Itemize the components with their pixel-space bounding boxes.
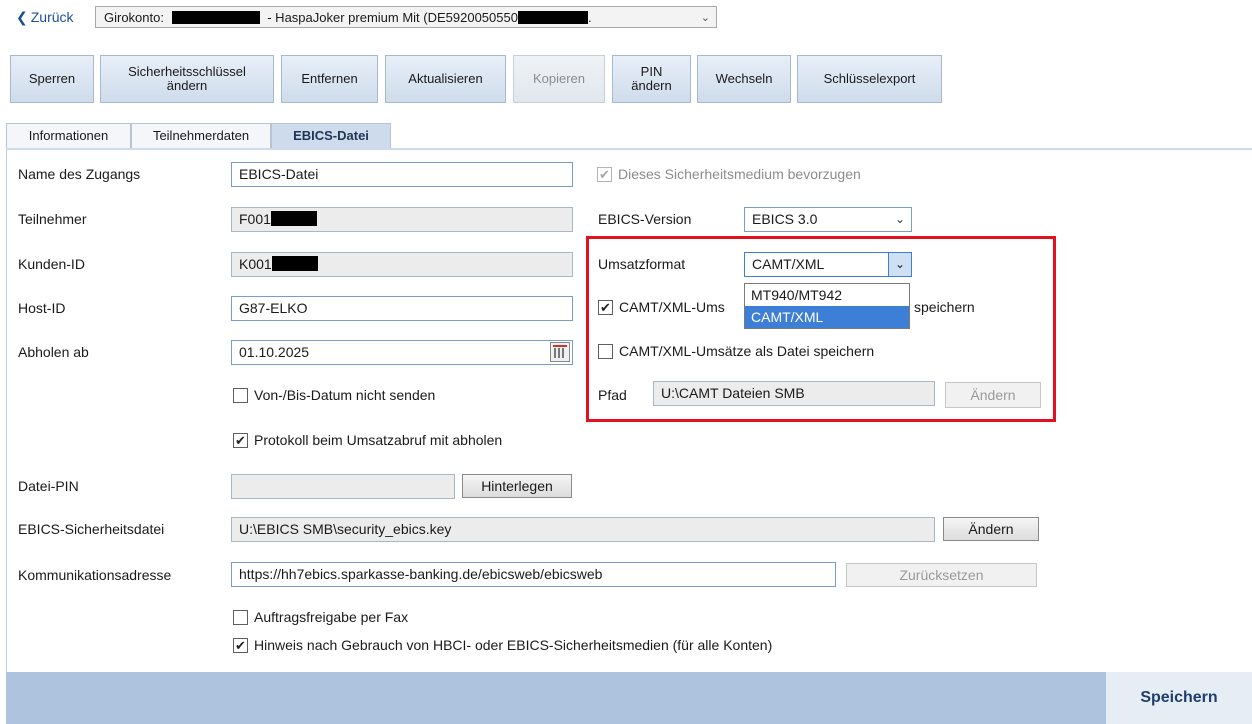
datei-pin-input[interactable] xyxy=(231,474,455,499)
option-mt940[interactable]: MT940/MT942 xyxy=(745,284,909,306)
bevorzugen-checkbox[interactable]: ✔ xyxy=(597,167,612,182)
pin-aendern-button[interactable]: PIN ändern xyxy=(612,55,691,103)
redaction-block xyxy=(271,256,318,271)
camt-speichern-label-part2: speichern xyxy=(914,299,975,315)
host-input[interactable]: G87-ELKO xyxy=(231,296,573,321)
tab-ebics-datei[interactable]: EBICS-Datei xyxy=(271,123,391,148)
option-camt-xml[interactable]: CAMT/XML xyxy=(745,306,909,328)
pin-label-2: ändern xyxy=(631,78,672,93)
abholen-label: Abholen ab xyxy=(18,344,89,360)
camt-datei-checkbox[interactable] xyxy=(598,344,613,359)
aktualisieren-label: Aktualisieren xyxy=(408,71,483,86)
teilnehmer-value: F001 xyxy=(239,211,271,227)
camt-speichern-checkbox[interactable]: ✔ xyxy=(598,300,613,315)
sperren-button[interactable]: Sperren xyxy=(10,55,94,103)
fax-label: Auftragsfreigabe per Fax xyxy=(254,609,409,625)
bevorzugen-label: Dieses Sicherheitsmedium bevorzugen xyxy=(618,166,861,182)
tab-label: Teilnehmerdaten xyxy=(152,128,250,143)
von-bis-label: Von-/Bis-Datum nicht senden xyxy=(254,387,436,403)
check-icon: ✔ xyxy=(599,167,610,182)
chevron-down-icon[interactable]: ⌄ xyxy=(888,253,911,276)
chevron-left-icon: ❮ xyxy=(16,9,28,25)
chevron-down-icon: ⌄ xyxy=(700,12,710,24)
back-label: Zurück xyxy=(30,9,74,25)
tab-teilnehmerdaten[interactable]: Teilnehmerdaten xyxy=(131,123,271,148)
save-button[interactable]: Speichern xyxy=(1106,672,1252,724)
pin-label-1: PIN xyxy=(640,64,663,79)
kunden-label: Kunden-ID xyxy=(18,256,85,272)
sicherheitsdatei-label: EBICS-Sicherheitsdatei xyxy=(18,521,165,537)
calendar-grid xyxy=(554,348,566,358)
tab-informationen[interactable]: Informationen xyxy=(6,123,131,148)
teilnehmer-field: F001 xyxy=(231,207,573,232)
calendar-icon[interactable] xyxy=(550,342,570,362)
abholen-value: 01.10.2025 xyxy=(239,344,310,360)
check-icon: ✔ xyxy=(600,300,611,315)
redaction-block xyxy=(517,11,588,24)
kunden-field: K001 xyxy=(231,252,573,277)
fax-checkbox[interactable] xyxy=(233,610,248,625)
sperren-label: Sperren xyxy=(28,71,76,86)
abholen-date-input[interactable]: 01.10.2025 xyxy=(231,340,573,365)
pfad-aendern-button[interactable]: Ändern xyxy=(945,382,1041,408)
zuruecksetzen-button[interactable]: Zurücksetzen xyxy=(846,563,1037,587)
check-icon: ✔ xyxy=(235,638,246,653)
name-label: Name des Zugangs xyxy=(18,166,141,182)
camt-datei-label: CAMT/XML-Umsätze als Datei speichern xyxy=(619,343,875,359)
protokoll-label: Protokoll beim Umsatzabruf mit abholen xyxy=(254,432,503,448)
wechseln-button[interactable]: Wechseln xyxy=(697,55,791,103)
hinweis-checkbox[interactable]: ✔ xyxy=(233,638,248,653)
account-prefix: Girokonto: xyxy=(104,10,164,25)
footer-bar xyxy=(6,672,1252,724)
umsatzformat-label: Umsatzformat xyxy=(598,256,686,272)
account-name: - HaspaJoker premium Mit (DE5920050550 xyxy=(267,10,518,25)
tab-label: EBICS-Datei xyxy=(293,128,369,143)
von-bis-checkbox[interactable] xyxy=(233,388,248,403)
pfad-field: U:\CAMT Dateien SMB xyxy=(653,381,935,406)
umsatzformat-select[interactable]: CAMT/XML ⌄ xyxy=(744,252,912,277)
host-label: Host-ID xyxy=(18,300,66,316)
umsatzformat-dropdown: MT940/MT942 CAMT/XML xyxy=(744,283,910,329)
redaction-block xyxy=(270,211,317,226)
calendar-header xyxy=(553,345,567,347)
hinweis-label: Hinweis nach Gebrauch von HBCI- oder EBI… xyxy=(254,637,773,653)
ebics-version-label: EBICS-Version xyxy=(598,211,692,227)
redaction-block xyxy=(171,11,260,24)
chevron-down-icon: ⌄ xyxy=(894,212,905,226)
camt-speichern-label-part1: CAMT/XML-Ums xyxy=(619,299,725,315)
account-select[interactable]: Girokonto: - HaspaJoker premium Mit (DE5… xyxy=(95,6,717,28)
account-suffix: . xyxy=(587,10,592,25)
kopieren-label: Kopieren xyxy=(532,71,586,86)
kommunikation-label: Kommunikationsadresse xyxy=(18,567,172,583)
kunden-value: K001 xyxy=(239,256,272,272)
sicherheitsdatei-aendern-button[interactable]: Ändern xyxy=(943,517,1039,541)
entfernen-label: Entfernen xyxy=(301,71,358,86)
schluessel-label-2: ändern xyxy=(166,78,208,93)
ebics-version-select[interactable]: EBICS 3.0 ⌄ xyxy=(744,207,912,232)
teilnehmer-label: Teilnehmer xyxy=(18,211,87,227)
umsatzformat-value: CAMT/XML xyxy=(752,256,825,272)
wechseln-label: Wechseln xyxy=(715,71,773,86)
ebics-version-value: EBICS 3.0 xyxy=(752,211,818,227)
schluesselexport-button[interactable]: Schlüsselexport xyxy=(797,55,942,103)
aktualisieren-button[interactable]: Aktualisieren xyxy=(385,55,506,103)
schluesselexport-label: Schlüsselexport xyxy=(823,71,916,86)
kopieren-button[interactable]: Kopieren xyxy=(513,55,605,103)
sicherheitsdatei-field: U:\EBICS SMB\security_ebics.key xyxy=(231,517,935,542)
schluessel-aendern-button[interactable]: Sicherheitsschlüssel ändern xyxy=(100,55,274,103)
schluessel-label-1: Sicherheitsschlüssel xyxy=(128,64,246,79)
datei-pin-label: Datei-PIN xyxy=(18,478,79,494)
pfad-label: Pfad xyxy=(598,387,627,403)
kommunikation-input[interactable]: https://hh7ebics.sparkasse-banking.de/eb… xyxy=(231,562,836,587)
check-icon: ✔ xyxy=(235,433,246,448)
name-input[interactable]: EBICS-Datei xyxy=(231,162,573,187)
protokoll-checkbox[interactable]: ✔ xyxy=(233,433,248,448)
back-link[interactable]: ❮ Zurück xyxy=(16,9,74,26)
hinterlegen-button[interactable]: Hinterlegen xyxy=(462,474,572,498)
tab-label: Informationen xyxy=(28,128,109,143)
entfernen-button[interactable]: Entfernen xyxy=(281,55,378,103)
